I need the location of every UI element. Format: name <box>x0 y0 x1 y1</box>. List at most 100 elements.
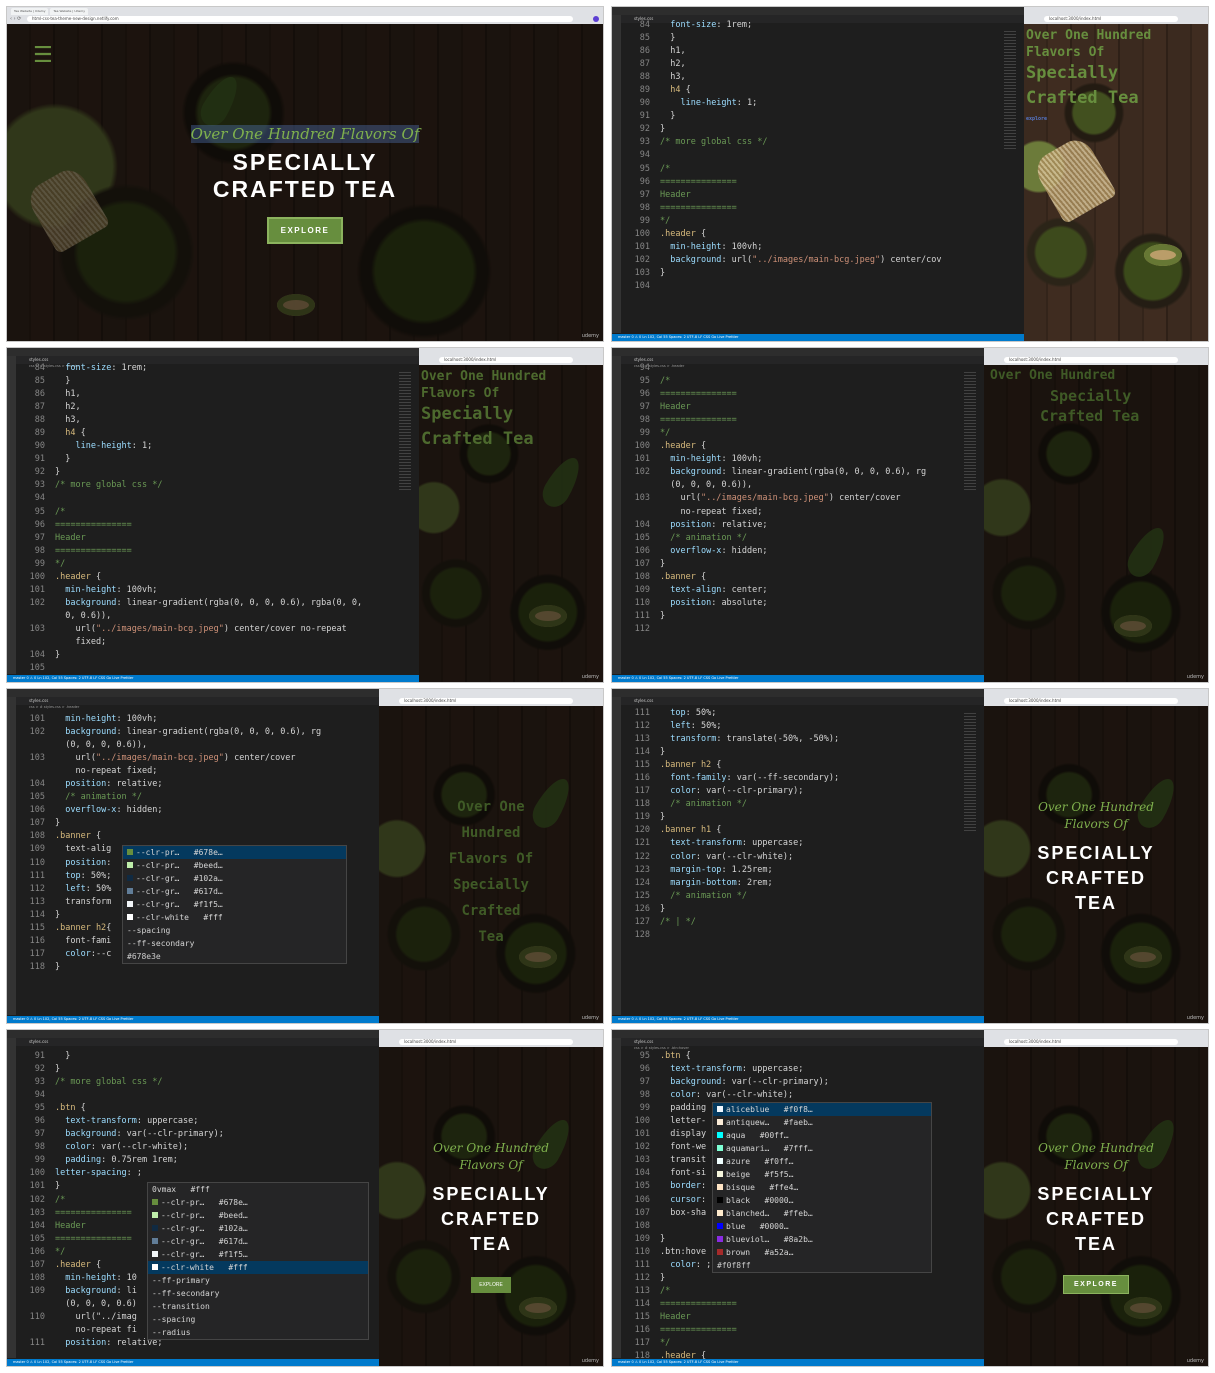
code-line[interactable]: 109 text-align: center; <box>622 584 962 597</box>
minimap[interactable] <box>1004 31 1016 151</box>
code-line[interactable]: 106 overflow-x: hidden; <box>622 545 962 558</box>
code-line[interactable]: 99 */ <box>17 558 397 571</box>
code-line[interactable]: 92} <box>17 466 397 479</box>
code-line[interactable]: 92} <box>17 1063 357 1076</box>
suggestion-item[interactable]: --ff-secondary <box>123 937 346 950</box>
code-line[interactable]: 110 position: absolute; <box>622 597 962 610</box>
url-bar[interactable]: localhost:3000/index.html <box>1004 357 1178 363</box>
editor-tab[interactable]: styles.css <box>7 697 379 705</box>
code-line[interactable]: 105 /* animation */ <box>622 532 962 545</box>
code-line[interactable]: 116 =============== <box>622 1324 962 1337</box>
code-line[interactable]: 98 =============== <box>622 202 1002 215</box>
code-line[interactable]: 89 h4 { <box>17 427 397 440</box>
code-line[interactable]: 102 background: linear-gradient(rgba(0, … <box>17 597 397 610</box>
suggestion-item[interactable]: --clr-pr… #678e… <box>123 846 346 859</box>
suggestion-item[interactable]: --clr-pr… #beed… <box>123 859 346 872</box>
code-line[interactable]: 93 /* more global css */ <box>17 479 397 492</box>
code-line[interactable]: 122 color: var(--clr-white); <box>622 851 962 864</box>
code-line[interactable]: 123 margin-top: 1.25rem; <box>622 864 962 877</box>
suggestion-item[interactable]: --clr-gr… #617d… <box>148 1235 368 1248</box>
code-line[interactable]: 127 /* | */ <box>622 916 962 929</box>
editor-tab[interactable]: styles.css <box>612 1038 984 1046</box>
suggestion-item[interactable]: --ff-secondary <box>148 1287 368 1300</box>
code-line[interactable]: 124 margin-bottom: 2rem; <box>622 877 962 890</box>
url-bar[interactable]: localhost:3000/index.html <box>439 357 573 363</box>
code-line[interactable]: 104 position: relative; <box>17 778 357 791</box>
suggestion-item[interactable]: --ff-primary <box>148 1274 368 1287</box>
code-line[interactable]: 93 /* more global css */ <box>622 136 1002 149</box>
code-line[interactable]: 94 <box>622 362 962 375</box>
code-line[interactable]: 103 url("../images/main-bcg.jpeg") cente… <box>622 492 962 505</box>
code-line[interactable]: 102 background: linear-gradient(rgba(0, … <box>17 726 357 739</box>
code-line[interactable]: 85 } <box>622 32 1002 45</box>
suggestion-item[interactable]: --clr-white #fff <box>123 911 346 924</box>
suggestion-item[interactable]: brown #a52a… <box>713 1246 931 1259</box>
code-line[interactable]: 95 /* <box>622 163 1002 176</box>
hamburger-menu-icon[interactable]: ☰ <box>33 43 53 68</box>
code-line[interactable]: 118 /* animation */ <box>622 798 962 811</box>
code-line[interactable]: 113 /* <box>622 1285 962 1298</box>
code-line[interactable]: 101 min-height: 100vh; <box>17 584 397 597</box>
code-line[interactable]: 128 <box>622 929 962 942</box>
code-line[interactable]: 87 h2, <box>622 58 1002 71</box>
autocomplete-popup[interactable]: 0vmax #fff --clr-pr… #678e… --clr-pr… #bee… <box>147 1182 369 1340</box>
code-line[interactable]: 97 Header <box>17 532 397 545</box>
code-line[interactable]: 102 background: linear-gradient(rgba(0, … <box>622 466 962 479</box>
nav-arrows-icon[interactable]: ‹ › ⟳ <box>10 16 21 22</box>
code-line[interactable]: (0, 0, 0, 0.6)), <box>622 479 962 492</box>
code-line[interactable]: 91 } <box>622 110 1002 123</box>
code-line[interactable]: 91 } <box>17 453 397 466</box>
code-line[interactable]: 100 .header { <box>622 228 1002 241</box>
code-line[interactable]: 102 background: url("../images/main-bcg.… <box>622 254 1002 267</box>
explore-link[interactable]: explore <box>1026 111 1151 128</box>
suggestion-item[interactable]: azure #f0ff… <box>713 1155 931 1168</box>
code-line[interactable]: 90 line-height: 1; <box>17 440 397 453</box>
profile-avatar[interactable] <box>593 16 599 22</box>
code-line[interactable]: 99 */ <box>622 427 962 440</box>
code-line[interactable]: 111} <box>622 610 962 623</box>
code-line[interactable]: 95 .btn { <box>622 1050 962 1063</box>
suggestion-item[interactable]: 0vmax #fff <box>148 1183 368 1196</box>
suggestion-item[interactable]: --clr-gr… #f1f5… <box>123 898 346 911</box>
code-line[interactable]: 116 font-family: var(--ff-secondary); <box>622 772 962 785</box>
code-line[interactable]: 103} <box>622 267 1002 280</box>
code-line[interactable]: 105 <box>17 662 397 675</box>
code-line[interactable]: 108 .banner { <box>622 571 962 584</box>
code-line[interactable]: 107} <box>622 558 962 571</box>
code-line[interactable]: 96 =============== <box>17 519 397 532</box>
code-line[interactable]: 86 h1, <box>622 45 1002 58</box>
code-line[interactable]: 98 =============== <box>17 545 397 558</box>
code-line[interactable]: 111 top: 50%; <box>622 707 962 720</box>
suggestion-item[interactable]: --clr-gr… #f1f5… <box>148 1248 368 1261</box>
code-line[interactable]: 101 min-height: 100vh; <box>622 241 1002 254</box>
explore-button[interactable]: EXPLORE <box>471 1277 511 1293</box>
suggestion-item[interactable]: --spacing <box>123 924 346 937</box>
url-bar[interactable]: localhost:3000/index.html <box>1004 1039 1178 1045</box>
code-line[interactable]: 117 */ <box>622 1337 962 1350</box>
code-line[interactable]: 119} <box>622 811 962 824</box>
suggestion-item[interactable]: --clr-gr… #102a… <box>123 872 346 885</box>
code-line[interactable]: 96 text-transform: uppercase; <box>17 1115 357 1128</box>
code-line[interactable]: 97 Header <box>622 401 962 414</box>
code-line[interactable]: 98 color: var(--clr-white); <box>622 1089 962 1102</box>
code-lines[interactable]: 111 top: 50%; 112 left: 50%; 113 transform… <box>622 707 962 942</box>
code-line[interactable]: 98 color: var(--clr-white); <box>17 1141 357 1154</box>
suggestion-item[interactable]: --clr-pr… #beed… <box>148 1209 368 1222</box>
code-line[interactable]: 85 } <box>17 375 397 388</box>
suggestion-item[interactable]: aliceblue #f0f8… <box>713 1103 931 1116</box>
code-line[interactable]: 112 <box>622 623 962 636</box>
code-line[interactable]: 94 <box>17 1089 357 1102</box>
suggestion-item[interactable]: --clr-gr… #617d… <box>123 885 346 898</box>
url-bar[interactable]: localhost:3000/index.html <box>1044 16 1178 22</box>
suggestion-item[interactable]: --clr-white #fff <box>148 1261 368 1274</box>
editor-tab[interactable]: styles.css <box>7 1038 379 1046</box>
code-line[interactable]: 105 /* animation */ <box>17 791 357 804</box>
code-line[interactable]: 94 <box>17 492 397 505</box>
code-line[interactable]: 91 } <box>17 1050 357 1063</box>
suggestion-item[interactable]: antiquew… #faeb… <box>713 1116 931 1129</box>
code-line[interactable]: 115 Header <box>622 1311 962 1324</box>
suggestion-item[interactable]: bisque #ffe4… <box>713 1181 931 1194</box>
code-line[interactable]: 100 .header { <box>17 571 397 584</box>
code-line[interactable]: 126} <box>622 903 962 916</box>
code-line[interactable]: 108 .banner { <box>17 830 357 843</box>
